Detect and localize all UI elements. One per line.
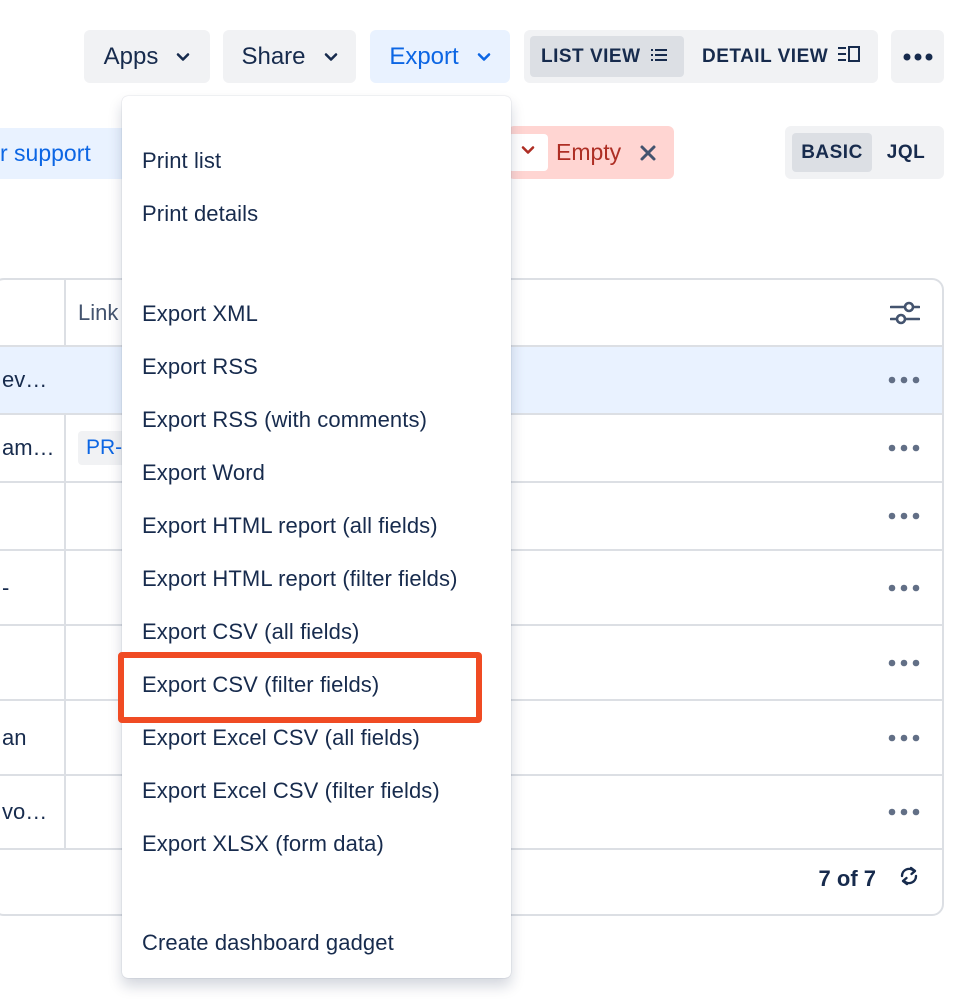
filter-chip-dropdown[interactable] <box>508 134 548 171</box>
chevron-down-icon <box>521 143 535 162</box>
row-more-icon[interactable] <box>888 512 920 520</box>
row-summary: ev… <box>2 367 48 392</box>
filter-chip-support[interactable]: r support <box>0 128 132 179</box>
apps-label: Apps <box>103 42 159 70</box>
row-more-icon[interactable] <box>888 659 920 667</box>
row-more-icon[interactable] <box>888 584 920 592</box>
highlight-annotation-box <box>118 652 482 723</box>
refresh-icon[interactable] <box>898 865 920 892</box>
more-actions-button[interactable] <box>891 30 944 83</box>
export-label: Export <box>389 42 459 70</box>
chevron-down-icon <box>324 50 338 64</box>
result-count: 7 of 7 <box>818 866 876 891</box>
menu-item-export-xml[interactable]: Export XML <box>142 301 258 327</box>
menu-item-export-xlsx[interactable]: Export XLSX (form data) <box>142 831 384 857</box>
list-view-button[interactable]: LIST VIEW <box>530 36 684 77</box>
menu-item-print-details[interactable]: Print details <box>142 201 258 227</box>
detail-view-button[interactable]: DETAIL VIEW <box>692 36 872 77</box>
close-icon[interactable] <box>639 144 657 162</box>
share-button[interactable]: Share <box>223 30 356 83</box>
filter-chip-empty[interactable]: Empty <box>508 126 674 179</box>
basic-mode-button[interactable]: BASIC <box>792 133 872 172</box>
view-toggle-group: LIST VIEW DETAIL VIEW <box>524 30 878 83</box>
column-settings-icon[interactable] <box>890 301 920 325</box>
detail-view-icon <box>838 45 861 68</box>
row-more-icon[interactable] <box>888 444 920 452</box>
list-view-label: LIST VIEW <box>541 45 641 67</box>
more-horizontal-icon <box>903 48 933 66</box>
row-summary: am… <box>2 435 55 460</box>
row-summary: vo… <box>2 799 48 824</box>
menu-item-export-excel-csv-all[interactable]: Export Excel CSV (all fields) <box>142 725 420 751</box>
export-dropdown-menu: Print list Print details Export XML Expo… <box>122 96 511 978</box>
filter-chip-label: r support <box>0 140 91 166</box>
row-summary: an <box>2 724 27 750</box>
menu-item-export-csv-all[interactable]: Export CSV (all fields) <box>142 619 359 645</box>
row-more-icon[interactable] <box>888 808 920 816</box>
chevron-down-icon <box>176 50 190 64</box>
menu-item-create-gadget[interactable]: Create dashboard gadget <box>142 930 394 956</box>
detail-view-label: DETAIL VIEW <box>702 45 829 67</box>
chevron-down-icon <box>477 50 491 64</box>
empty-chip-label: Empty <box>556 139 622 165</box>
menu-item-export-word[interactable]: Export Word <box>142 460 265 486</box>
list-icon <box>650 46 667 68</box>
export-button[interactable]: Export <box>370 30 510 83</box>
share-label: Share <box>241 42 306 70</box>
row-more-icon[interactable] <box>888 376 920 384</box>
menu-item-export-rss[interactable]: Export RSS <box>142 354 258 380</box>
menu-item-export-html-filter[interactable]: Export HTML report (filter fields) <box>142 566 458 592</box>
menu-item-export-html-all[interactable]: Export HTML report (all fields) <box>142 513 438 539</box>
apps-button[interactable]: Apps <box>84 30 210 83</box>
row-more-icon[interactable] <box>888 734 920 742</box>
search-mode-toggle: BASIC JQL <box>785 126 944 179</box>
row-summary: - <box>2 574 10 600</box>
column-header-link[interactable]: Link <box>78 300 118 326</box>
jql-mode-button[interactable]: JQL <box>876 133 936 172</box>
menu-item-export-rss-comments[interactable]: Export RSS (with comments) <box>142 407 427 433</box>
menu-item-export-excel-csv-filter[interactable]: Export Excel CSV (filter fields) <box>142 778 440 804</box>
menu-item-print-list[interactable]: Print list <box>142 148 221 174</box>
